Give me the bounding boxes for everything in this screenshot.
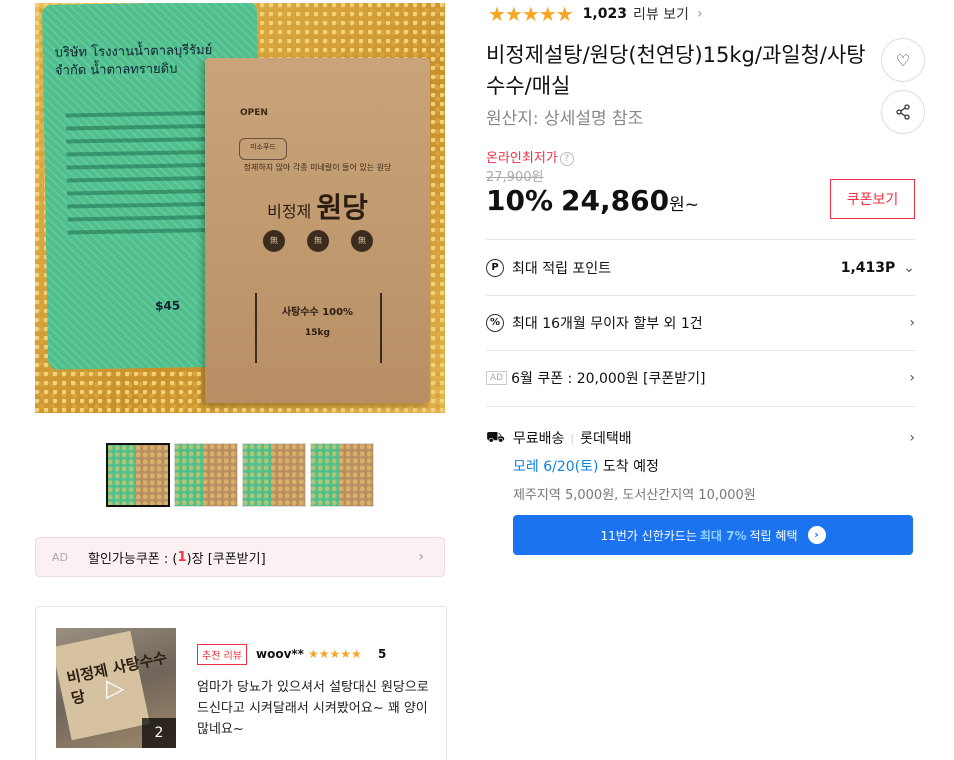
open-logo: OPEN [240,108,268,118]
chevron-right-icon: › [418,549,424,565]
coupon-count: 1 [177,549,187,565]
installment-label: 최대 16개월 무이자 할부 외 1건 [512,316,703,332]
extra-shipping-fee: 제주지역 5,000원, 도서산간지역 10,000원 [513,488,756,503]
divider [486,295,915,296]
bag-percent: 사탕수수 100% [281,307,354,318]
heart-icon: ♡ [895,50,911,70]
share-button[interactable] [881,90,925,134]
points-row[interactable]: P 최대 적립 포인트 1,413P ⌄ [486,258,915,278]
coupon-view-button[interactable]: 쿠폰보기 [830,179,915,219]
bag-weight: 15kg [305,328,330,338]
delivery-eta: 모레 6/20(토) 도착 예정 [513,456,915,476]
percent-icon: % [486,314,504,332]
point-icon: P [486,259,504,277]
discount-rate: 10% [486,184,554,217]
carrier-name: 롯데택배 [580,431,632,447]
chevron-right-icon: › [909,370,915,386]
thumbnail-4[interactable] [310,443,374,507]
divider [486,239,915,240]
bag-feature-dots: 無 無 無 [263,230,373,252]
card-benefit-banner[interactable]: 11번가 신한카드는 최대 7% 적립 혜택 › [513,515,913,555]
eta-suffix: 도착 예정 [598,459,659,475]
original-price: 27,900원 [486,170,544,185]
thumbnail-1[interactable] [106,443,170,507]
ad-coupon-row[interactable]: AD 6월 쿠폰 : 20,000원 [쿠폰받기] › [486,368,915,388]
origin-info: 원산지: 상세설명 참조 [486,109,644,129]
review-score: 5 [378,647,387,661]
lowest-price-text: 온라인최저가 [486,151,558,166]
price-unit: 원~ [669,195,699,215]
installment-row[interactable]: % 최대 16개월 무이자 할부 외 1건 › [486,313,915,333]
points-value: 1,413P [840,260,896,276]
rating-stars: ★★★★★ [488,2,574,26]
lowest-price-label: 온라인최저가? [486,147,574,166]
chevron-right-icon: › [909,430,915,446]
thumbnail-3[interactable] [242,443,306,507]
feature-dot: 無 [351,230,373,252]
review-text: 엄마가 당뇨가 있으셔서 설탕대신 원당으로 드신다고 시켜달래서 시켜봤어요~… [197,680,429,737]
thumbnail-2[interactable] [174,443,238,507]
wishlist-button[interactable]: ♡ [881,38,925,82]
bag-subtitle: 정제하지 않아 각종 미네랄이 들어 있는 원당 [243,163,392,172]
bag-product-name: 비정제 원당 [205,186,430,226]
review-stars: ★★★★★ [308,647,362,661]
media-count: 2 [142,718,176,748]
feature-dot: 無 [263,230,285,252]
product-main-image[interactable]: บริษัท โรงงานน้ำตาลบุรีรัมย์ จำกัด น้ำตา… [35,3,445,413]
share-icon [896,104,910,120]
separator: | [570,431,575,445]
brand-badge: 미소푸드 [239,138,287,160]
recommended-review-card[interactable]: 비정제 사탕수수당 ▷ 2 추천 리뷰 woov** ★★★★★ 5 엄마가 당… [35,606,447,760]
bag-name-small: 비정제 [267,202,312,221]
chevron-right-icon: › [696,6,703,22]
coupon-text-suffix: )장 [쿠폰받기] [186,551,266,567]
bag-name-large: 원당 [316,191,368,224]
shipping-label: 무료배송 [512,431,565,447]
divider [486,350,915,351]
rating-row[interactable]: ★★★★★ 1,023 리뷰 보기 › [488,2,703,26]
ad-tag: AD [52,550,68,564]
divider [486,406,915,407]
thumbnail-strip [106,443,374,507]
ad-coupon-label: 6월 쿠폰 : 20,000원 [쿠폰받기] [511,371,706,387]
shipping-main: ⛟ 무료배송 | 롯데택배 › [486,428,915,448]
shipping-section[interactable]: ⛟ 무료배송 | 롯데택배 › 모레 6/20(토) 도착 예정 제주지역 5,… [486,428,915,503]
feature-dot: 無 [307,230,329,252]
arrow-right-icon: › [807,526,826,544]
chevron-down-icon: ⌄ [903,260,915,276]
truck-icon: ⛟ [486,428,505,446]
review-video-thumbnail[interactable]: 비정제 사탕수수당 ▷ 2 [56,628,176,748]
sale-price-row: 10% 24,860 원~ [486,184,699,217]
card-banner-highlight: 최대 7% [699,528,747,543]
discount-coupon-banner[interactable]: AD 할인가능쿠폰 : (1)장 [쿠폰받기] › [35,537,445,577]
bag-net-code: $45 [154,298,181,313]
recommended-review-badge: 추천 리뷰 [197,644,247,665]
coupon-text-prefix: 할인가능쿠폰 : ( [88,551,178,567]
kraft-sugar-bag: OPEN 미소푸드 정제하지 않아 각종 미네랄이 들어 있는 원당 비정제 원… [205,58,430,403]
card-banner-suffix: 적립 혜택 [749,528,798,543]
sale-price: 24,860 [561,184,670,217]
chevron-right-icon: › [909,315,915,331]
card-banner-prefix: 11번가 신한카드는 [600,528,697,543]
play-icon[interactable]: ▷ [106,674,124,702]
product-title: 비정제설탕/원당(천연당)15kg/과일청/사탕수수/매실 [486,43,866,98]
review-count: 1,023 [582,6,627,22]
reviewer-name: woov** [256,647,304,661]
ad-tag: AD [486,371,508,385]
review-link[interactable]: 리뷰 보기 [633,4,689,24]
eta-date: 모레 6/20(토) [513,459,599,475]
help-icon[interactable]: ? [559,152,574,166]
points-label: 최대 적립 포인트 [512,261,612,277]
